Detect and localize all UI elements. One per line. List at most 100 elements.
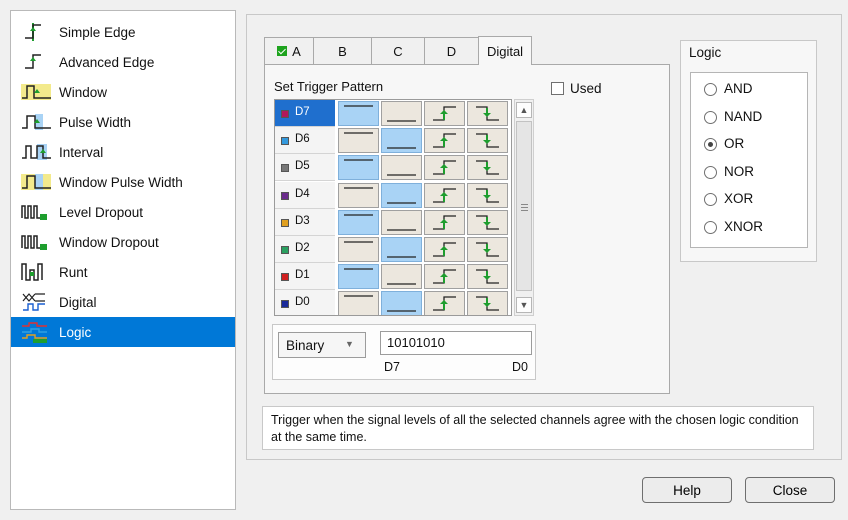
- trigger-pattern-grid[interactable]: D7 D6 D5 D4 D3 D2 D1 D0: [274, 99, 512, 316]
- low-level-cell[interactable]: [381, 209, 422, 235]
- trigger-type-advanced-edge[interactable]: Advanced Edge: [11, 47, 235, 77]
- falling-level-cell[interactable]: [467, 101, 508, 126]
- pattern-row-d3: D3: [275, 208, 511, 236]
- window-icon: [21, 80, 53, 104]
- high-level-cell[interactable]: [338, 128, 379, 154]
- low-level-cell[interactable]: [381, 291, 422, 315]
- rising-level-cell[interactable]: [424, 237, 465, 262]
- channel-cell[interactable]: D0: [275, 290, 335, 315]
- channel-color-swatch: [281, 218, 289, 227]
- low-level-cell[interactable]: [381, 237, 422, 262]
- trigger-type-pulse-width[interactable]: Pulse Width: [11, 107, 235, 137]
- channel-name: D0: [295, 296, 310, 309]
- rising-level-cell[interactable]: [424, 291, 465, 315]
- scroll-up-button[interactable]: ▲: [516, 102, 532, 118]
- logic-option-label: XNOR: [724, 219, 764, 234]
- low-level-cell[interactable]: [381, 182, 422, 208]
- trigger-type-list[interactable]: Simple Edge Advanced Edge Window Pulse Widt…: [10, 10, 236, 510]
- used-checkbox[interactable]: [551, 82, 564, 95]
- low-edge-icon: [387, 283, 416, 285]
- falling-level-cell[interactable]: [467, 209, 508, 235]
- trigger-type-runt[interactable]: Runt: [11, 257, 235, 287]
- tab-c[interactable]: C: [371, 37, 425, 64]
- low-edge-icon: [387, 229, 416, 231]
- rising-edge-icon: [433, 106, 456, 121]
- trigger-type-window-dropout[interactable]: Window Dropout: [11, 227, 235, 257]
- lsb-label: D0: [512, 360, 528, 374]
- low-edge-icon: [387, 310, 416, 313]
- high-level-cell[interactable]: [338, 264, 379, 290]
- channel-cell[interactable]: D1: [275, 263, 335, 291]
- low-level-cell[interactable]: [381, 264, 422, 290]
- high-level-cell[interactable]: [338, 182, 379, 208]
- channel-cell[interactable]: D4: [275, 181, 335, 209]
- logic-radio-nand[interactable]: [704, 111, 717, 124]
- channel-color-swatch: [281, 137, 289, 146]
- number-format-dropdown[interactable]: Binary ▼: [278, 332, 366, 358]
- channel-color-swatch: [281, 191, 289, 200]
- tab-d-label: D: [446, 43, 457, 59]
- logic-radio-and[interactable]: [704, 83, 717, 96]
- falling-level-cell[interactable]: [467, 128, 508, 154]
- channel-cell[interactable]: D7: [275, 100, 335, 127]
- high-level-cell[interactable]: [338, 237, 379, 262]
- used-label: Used: [570, 81, 602, 96]
- tab-a-label: A: [292, 43, 301, 59]
- tab-digital-label: Digital: [486, 43, 524, 59]
- low-level-cell[interactable]: [381, 155, 422, 181]
- low-level-cell[interactable]: [381, 128, 422, 154]
- trigger-type-logic[interactable]: Logic: [11, 317, 235, 347]
- high-level-cell[interactable]: [338, 155, 379, 181]
- channel-cell[interactable]: D5: [275, 154, 335, 182]
- rising-level-cell[interactable]: [424, 209, 465, 235]
- logic-radio-nor[interactable]: [704, 166, 717, 179]
- trigger-type-interval[interactable]: Interval: [11, 137, 235, 167]
- falling-level-cell[interactable]: [467, 155, 508, 181]
- tab-digital[interactable]: Digital: [478, 36, 532, 65]
- channel-cell[interactable]: D3: [275, 208, 335, 236]
- help-button[interactable]: Help: [642, 477, 732, 503]
- msb-label: D7: [384, 360, 400, 374]
- channel-cell[interactable]: D6: [275, 127, 335, 155]
- pattern-scrollbar[interactable]: ▲ ▼: [514, 99, 534, 316]
- falling-level-cell[interactable]: [467, 237, 508, 262]
- scroll-thumb[interactable]: [516, 121, 532, 291]
- logic-radio-xnor[interactable]: [704, 221, 717, 234]
- logic-option-label: AND: [724, 81, 753, 96]
- rising-level-cell[interactable]: [424, 182, 465, 208]
- low-edge-icon: [387, 256, 416, 258]
- rising-level-cell[interactable]: [424, 101, 465, 126]
- logic-option-label: NAND: [724, 109, 763, 124]
- pattern-value-input[interactable]: 10101010: [380, 331, 532, 355]
- channel-name: D7: [295, 106, 310, 118]
- high-level-cell[interactable]: [338, 101, 379, 126]
- logic-option-label: OR: [724, 136, 745, 151]
- channel-cell[interactable]: D2: [275, 236, 335, 263]
- rising-level-cell[interactable]: [424, 155, 465, 181]
- tab-d[interactable]: D: [424, 37, 479, 64]
- channel-name: D5: [295, 160, 310, 173]
- trigger-type-digital[interactable]: Digital: [11, 287, 235, 317]
- falling-level-cell[interactable]: [467, 291, 508, 315]
- close-button[interactable]: Close: [745, 477, 835, 503]
- high-edge-icon: [344, 105, 373, 107]
- trigger-type-simple-edge[interactable]: Simple Edge: [11, 17, 235, 47]
- tab-a[interactable]: A: [264, 37, 314, 64]
- falling-level-cell[interactable]: [467, 182, 508, 208]
- falling-level-cell[interactable]: [467, 264, 508, 290]
- scroll-down-button[interactable]: ▼: [516, 297, 532, 313]
- logic-radio-or[interactable]: [704, 138, 717, 151]
- high-level-cell[interactable]: [338, 209, 379, 235]
- trigger-type-level-dropout[interactable]: Level Dropout: [11, 197, 235, 227]
- tab-b[interactable]: B: [313, 37, 372, 64]
- high-edge-icon: [344, 268, 373, 270]
- rising-level-cell[interactable]: [424, 264, 465, 290]
- channel-color-swatch: [281, 300, 289, 309]
- trigger-type-label: Window Dropout: [59, 234, 159, 250]
- rising-level-cell[interactable]: [424, 128, 465, 154]
- high-level-cell[interactable]: [338, 291, 379, 315]
- trigger-type-window[interactable]: Window: [11, 77, 235, 107]
- low-level-cell[interactable]: [381, 101, 422, 126]
- trigger-type-window-pulse-width[interactable]: Window Pulse Width: [11, 167, 235, 197]
- logic-radio-xor[interactable]: [704, 193, 717, 206]
